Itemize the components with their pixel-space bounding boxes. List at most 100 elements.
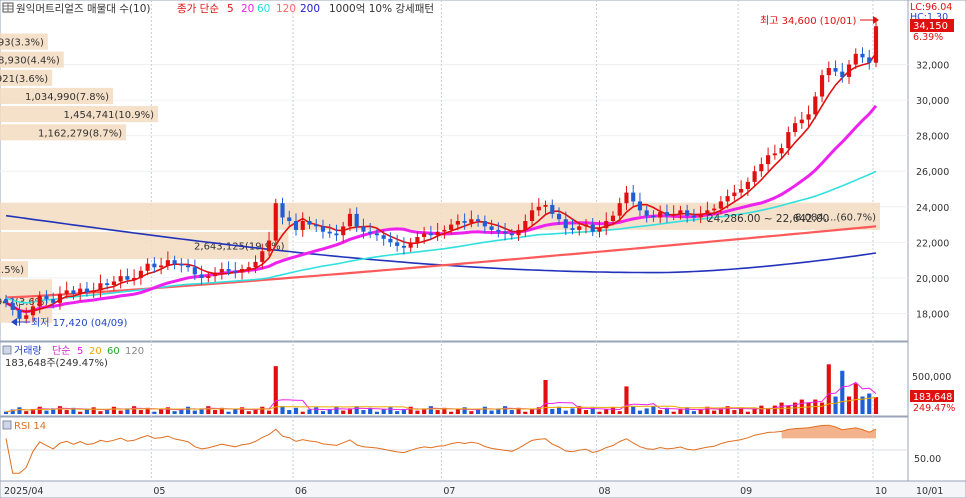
volume-bar: [550, 408, 555, 414]
volume-bar: [691, 411, 696, 414]
candle-body: [806, 114, 811, 120]
volume-bar: [24, 411, 29, 414]
volume-profile-label: ...(1.5%): [0, 265, 24, 276]
volume-bar: [529, 409, 535, 414]
candle-body: [516, 229, 521, 236]
volume-bar: [570, 408, 575, 414]
candle-body: [671, 213, 676, 216]
volume-ma-title: 단순: [52, 345, 70, 357]
candle-body: [334, 233, 339, 236]
x-axis-bar: [0, 480, 966, 498]
volume-bar: [98, 411, 103, 414]
candle-body: [543, 205, 548, 207]
rsi-panel: [0, 416, 909, 482]
candle-body: [523, 221, 528, 230]
candle-body: [698, 213, 703, 218]
x-axis-label: 05: [153, 486, 165, 497]
candle-body: [846, 64, 852, 77]
volume-bar: [320, 411, 326, 414]
volume-bar: [543, 379, 548, 414]
candle-body: [469, 219, 474, 223]
volume-panel-icon[interactable]: [2, 345, 12, 355]
low-label: 최저 17,420 (04/09): [31, 317, 127, 329]
candle-body: [212, 272, 218, 277]
volume-profile-label: 434,893(3.3%): [0, 38, 44, 49]
volume-bar: [766, 408, 771, 414]
candle-body: [51, 299, 56, 303]
candle-body: [368, 231, 373, 234]
volume-bar: [772, 405, 777, 414]
volume-bar: [374, 411, 380, 414]
candle-body: [712, 208, 717, 211]
volume-bar: [462, 407, 467, 414]
candle-body: [718, 201, 723, 209]
volume-bar: [658, 410, 663, 414]
candle-body: [381, 235, 386, 239]
candle-body: [449, 224, 454, 230]
candle-body: [873, 26, 879, 63]
candle-body: [273, 203, 278, 241]
volume-ma-60: 60: [107, 346, 120, 357]
candle-body: [502, 231, 508, 234]
candle-body: [462, 221, 467, 223]
candle-body: [253, 261, 258, 268]
volume-bar: [111, 406, 116, 414]
candle-body: [536, 206, 541, 211]
volume-bar: [354, 406, 359, 414]
volume-bar: [604, 409, 609, 414]
candle-body: [550, 205, 555, 214]
candle-body: [732, 192, 737, 197]
volume-bar: [685, 407, 690, 414]
candle-body: [745, 181, 750, 189]
candle-body: [509, 233, 514, 236]
volume-bar: [651, 406, 656, 414]
volume-bar: [84, 409, 90, 414]
volume-bar: [307, 409, 312, 414]
candle-body: [401, 245, 406, 248]
candle-body: [219, 269, 224, 273]
volume-bar: [226, 411, 231, 414]
volume-bar: [152, 411, 157, 414]
candle-body: [132, 277, 137, 280]
volume-ma-120: 120: [125, 346, 144, 357]
candle-body: [408, 242, 413, 248]
volume-bar: [293, 407, 299, 414]
ma-period-5: 5: [227, 3, 234, 15]
candle-body: [64, 290, 69, 294]
x-axis-label: 06: [295, 486, 307, 497]
volume-bar: [509, 410, 514, 414]
candle-body: [766, 155, 771, 165]
volume-ma-20: 20: [89, 346, 102, 357]
volume-bar: [637, 410, 643, 414]
candle-body: [226, 269, 231, 271]
volume-bar: [37, 406, 42, 414]
volume-bar: [786, 405, 791, 414]
volume-bar: [563, 410, 568, 414]
x-axis-label: 07: [443, 486, 455, 497]
candle-body: [84, 288, 90, 293]
volume-bar: [745, 411, 750, 414]
volume-bar: [78, 411, 83, 414]
candle-body: [17, 309, 22, 319]
candle-body: [664, 212, 670, 216]
volume-bar: [617, 411, 622, 414]
rsi-panel-icon[interactable]: [2, 420, 12, 430]
volume-bar: [712, 410, 717, 414]
volume-bar: [266, 410, 272, 414]
ma-period-120: 120: [276, 3, 296, 15]
candle-body: [293, 221, 299, 230]
volume-bar: [806, 402, 811, 414]
x-axis-label: 08: [598, 486, 610, 497]
x-axis-label: 10: [875, 486, 887, 497]
volume-bar: [341, 410, 346, 414]
volume-bar: [671, 411, 676, 414]
candle-body: [118, 276, 123, 282]
candle-body: [415, 237, 420, 243]
volume-bar: [455, 409, 460, 414]
candle-body: [725, 196, 730, 202]
pattern-label: 1000억 10% 강세패턴: [329, 3, 434, 15]
volume-bar: [233, 409, 238, 414]
candle-body: [138, 270, 143, 278]
candle-body: [428, 233, 433, 236]
rsi-title: RSI 14: [14, 421, 46, 432]
